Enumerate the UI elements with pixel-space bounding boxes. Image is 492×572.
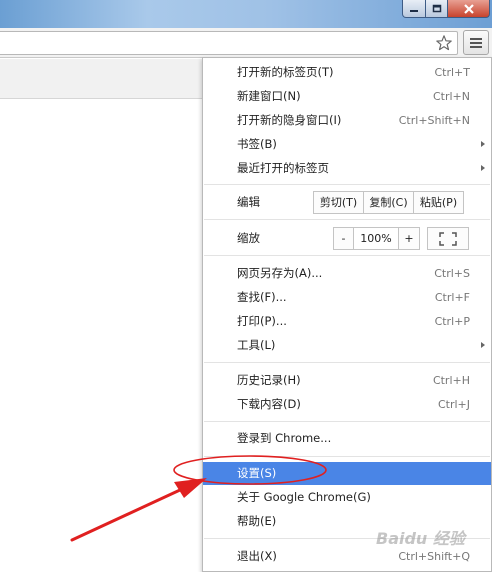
menu-item-sign-in[interactable]: 登录到 Chrome... bbox=[203, 427, 491, 450]
submenu-arrow-icon bbox=[481, 342, 485, 348]
menu-item-label: 帮助(E) bbox=[237, 514, 277, 528]
paste-button[interactable]: 粘贴(P) bbox=[414, 191, 464, 214]
chrome-menu-button[interactable] bbox=[463, 30, 489, 55]
edit-label: 编辑 bbox=[237, 195, 260, 209]
zoom-in-button[interactable]: + bbox=[399, 227, 420, 250]
shortcut-label: Ctrl+T bbox=[434, 66, 470, 79]
shortcut-label: Ctrl+J bbox=[437, 398, 470, 411]
cut-button[interactable]: 剪切(T) bbox=[313, 191, 364, 214]
fullscreen-icon bbox=[439, 232, 457, 246]
baidu-watermark: Baidu 经验 bbox=[376, 529, 465, 548]
menu-item-bookmarks[interactable]: 书签(B) bbox=[203, 133, 491, 156]
fullscreen-button[interactable] bbox=[427, 227, 469, 250]
menu-item-label: 书签(B) bbox=[237, 137, 277, 151]
menu-item-label: 网页另存为(A)... bbox=[237, 266, 323, 280]
shortcut-label: Ctrl+H bbox=[432, 374, 470, 387]
close-icon bbox=[463, 3, 474, 14]
copy-button[interactable]: 复制(C) bbox=[364, 191, 414, 214]
menu-item-label: 查找(F)... bbox=[237, 290, 287, 304]
menu-item-label: 退出(X) bbox=[237, 549, 277, 563]
shortcut-label: Ctrl+F bbox=[434, 291, 470, 304]
menu-item-label: 打印(P)... bbox=[237, 314, 287, 328]
menu-item-new-tab[interactable]: 打开新的标签页(T) Ctrl+T bbox=[203, 61, 491, 84]
menu-separator bbox=[204, 255, 490, 256]
zoom-controls: - 100% + bbox=[333, 227, 420, 250]
close-button[interactable] bbox=[448, 0, 490, 18]
menu-item-downloads[interactable]: 下载内容(D) Ctrl+J bbox=[203, 393, 491, 416]
menu-item-history[interactable]: 历史记录(H) Ctrl+H bbox=[203, 369, 491, 392]
menu-row-edit: 编辑 剪切(T) 复制(C) 粘贴(P) bbox=[203, 191, 491, 214]
menu-item-print[interactable]: 打印(P)... Ctrl+P bbox=[203, 310, 491, 333]
menu-item-find[interactable]: 查找(F)... Ctrl+F bbox=[203, 286, 491, 309]
shortcut-label: Ctrl+P bbox=[434, 315, 470, 328]
browser-toolbar bbox=[0, 28, 492, 58]
menu-item-label: 新建窗口(N) bbox=[237, 89, 301, 103]
maximize-icon bbox=[432, 4, 441, 13]
submenu-arrow-icon bbox=[481, 165, 485, 171]
star-icon[interactable] bbox=[435, 34, 453, 52]
pointer-arrow bbox=[70, 488, 182, 542]
menu-item-label: 打开新的标签页(T) bbox=[237, 65, 334, 79]
address-bar[interactable] bbox=[0, 31, 458, 55]
chrome-menu: 打开新的标签页(T) Ctrl+T 新建窗口(N) Ctrl+N 打开新的隐身窗… bbox=[202, 57, 492, 572]
shortcut-label: Ctrl+N bbox=[432, 90, 470, 103]
menu-separator bbox=[204, 184, 490, 185]
menu-item-about[interactable]: 关于 Google Chrome(G) bbox=[203, 486, 491, 509]
shortcut-label: Ctrl+S bbox=[434, 267, 470, 280]
menu-item-settings[interactable]: 设置(S) bbox=[203, 462, 491, 485]
menu-item-label: 工具(L) bbox=[237, 338, 276, 352]
menu-separator bbox=[204, 219, 490, 220]
zoom-level: 100% bbox=[354, 227, 399, 250]
menu-item-label: 关于 Google Chrome(G) bbox=[237, 490, 371, 504]
menu-item-recent-tabs[interactable]: 最近打开的标签页 bbox=[203, 157, 491, 180]
menu-item-label: 登录到 Chrome... bbox=[237, 431, 332, 445]
window-controls bbox=[402, 0, 490, 18]
edit-buttons: 剪切(T) 复制(C) 粘贴(P) bbox=[313, 191, 464, 214]
menu-item-save-as[interactable]: 网页另存为(A)... Ctrl+S bbox=[203, 262, 491, 285]
maximize-button[interactable] bbox=[426, 0, 448, 18]
window-titlebar bbox=[0, 0, 492, 28]
menu-item-label: 设置(S) bbox=[237, 466, 277, 480]
menu-separator bbox=[204, 421, 490, 422]
menu-item-incognito[interactable]: 打开新的隐身窗口(I) Ctrl+Shift+N bbox=[203, 109, 491, 132]
zoom-label: 缩放 bbox=[237, 231, 260, 245]
menu-item-label: 打开新的隐身窗口(I) bbox=[237, 113, 342, 127]
menu-item-label: 下载内容(D) bbox=[237, 397, 301, 411]
minimize-button[interactable] bbox=[402, 0, 426, 18]
menu-row-zoom: 缩放 - 100% + bbox=[203, 227, 491, 250]
menu-item-label: 历史记录(H) bbox=[237, 373, 301, 387]
menu-item-tools[interactable]: 工具(L) bbox=[203, 334, 491, 357]
page-header-strip bbox=[0, 59, 203, 99]
minimize-icon bbox=[410, 9, 418, 12]
menu-item-new-window[interactable]: 新建窗口(N) Ctrl+N bbox=[203, 85, 491, 108]
submenu-arrow-icon bbox=[481, 141, 485, 147]
menu-separator bbox=[204, 362, 490, 363]
zoom-out-button[interactable]: - bbox=[333, 227, 354, 250]
hamburger-menu-icon bbox=[470, 37, 482, 40]
menu-item-label: 最近打开的标签页 bbox=[237, 161, 329, 175]
shortcut-label: Ctrl+Shift+N bbox=[398, 114, 470, 127]
menu-separator bbox=[204, 456, 490, 457]
